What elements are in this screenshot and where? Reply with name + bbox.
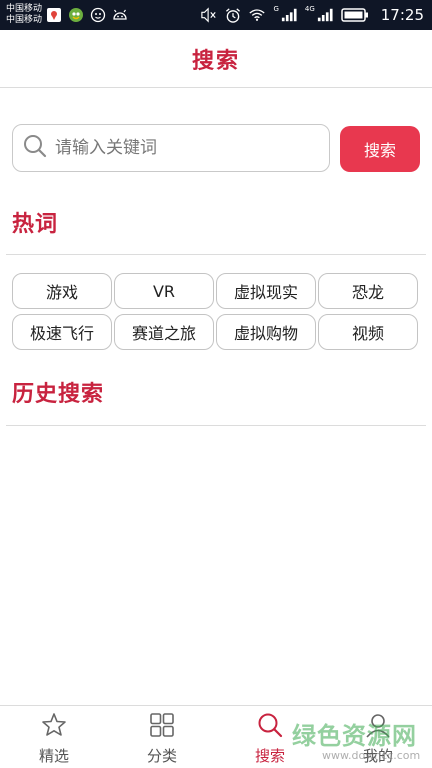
nav-label: 搜索 — [254, 747, 285, 765]
carrier-labels: 中国移动 中国移动 — [0, 4, 42, 26]
signal-icon — [317, 7, 333, 23]
history-divider — [6, 425, 426, 426]
carrier-2: 中国移动 — [6, 15, 43, 25]
nav-item-category[interactable]: 分类 — [108, 706, 216, 768]
hot-word-chip[interactable]: 赛道之旅 — [114, 314, 214, 350]
history-title: 历史搜索 — [12, 382, 105, 407]
hot-words-title: 热词 — [12, 212, 59, 237]
status-bar: 中国移动 中国移动 G 4G 17:25 — [0, 0, 432, 30]
nav-item-featured[interactable]: 精选 — [0, 706, 108, 768]
bottom-nav: 精选 分类 搜索 我的 — [0, 705, 432, 768]
wifi-icon — [249, 7, 266, 23]
network-type-2: 4G — [304, 5, 315, 13]
hot-word-chip[interactable]: VR — [114, 273, 214, 309]
star-icon — [41, 712, 67, 742]
battery-icon — [341, 7, 369, 23]
network-type-1: G — [273, 5, 279, 13]
map-notification-icon — [46, 7, 62, 23]
page-header: 搜索 — [0, 30, 432, 88]
hot-words-divider — [6, 254, 426, 255]
nav-item-mine[interactable]: 我的 — [324, 706, 432, 768]
carrier-1: 中国移动 — [6, 4, 43, 14]
hot-word-chip[interactable]: 恐龙 — [318, 273, 418, 309]
app-notification-icon — [68, 7, 84, 23]
hot-word-chip[interactable]: 游戏 — [12, 273, 112, 309]
nav-label: 分类 — [146, 747, 177, 765]
alarm-icon — [225, 7, 241, 23]
hot-word-chip[interactable]: 视频 — [318, 314, 418, 350]
mute-icon — [201, 7, 217, 23]
hot-word-chip[interactable]: 极速飞行 — [12, 314, 112, 350]
hot-word-chip[interactable]: 虚拟购物 — [216, 314, 316, 350]
page-title: 搜索 — [191, 48, 240, 74]
search-input[interactable] — [55, 138, 305, 158]
nav-label: 我的 — [362, 747, 393, 765]
search-icon — [23, 134, 47, 162]
search-icon — [257, 712, 283, 742]
signal-icon — [281, 7, 297, 23]
hot-word-chip[interactable]: 虚拟现实 — [216, 273, 316, 309]
search-button[interactable]: 搜索 — [340, 126, 420, 172]
nav-item-search[interactable]: 搜索 — [216, 706, 324, 768]
face-notification-icon — [90, 7, 106, 23]
user-icon — [365, 712, 391, 742]
search-row: 搜索 — [12, 124, 420, 172]
android-icon — [112, 7, 128, 23]
hot-words-grid: 游戏 VR 虚拟现实 恐龙 极速飞行 赛道之旅 虚拟购物 视频 — [12, 273, 420, 350]
nav-label: 精选 — [38, 747, 69, 765]
grid-icon — [149, 712, 175, 742]
clock: 17:25 — [380, 6, 424, 24]
search-box[interactable] — [12, 124, 330, 172]
